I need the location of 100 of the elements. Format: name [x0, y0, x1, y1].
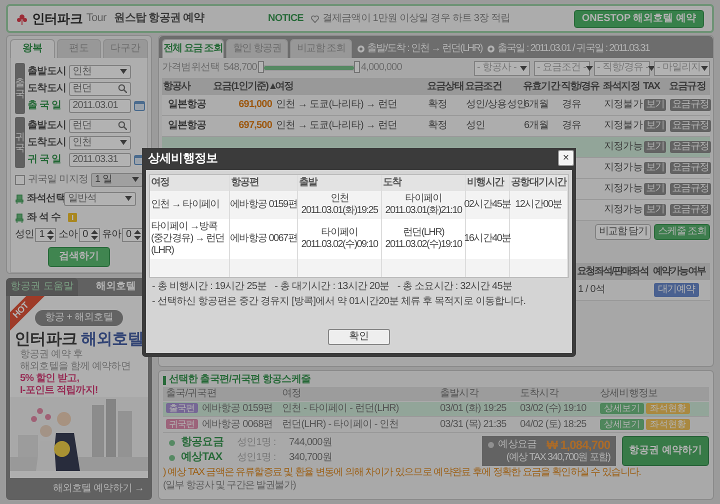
column-header: 직항/경유 — [560, 80, 600, 92]
table-cell-text: 03/31 (목) 21:35 — [439, 419, 508, 431]
column-header: 예약가능여부 — [652, 266, 707, 278]
input-field[interactable]: 런던 — [68, 118, 131, 132]
leg-label: 출국 — [15, 63, 25, 114]
action-button[interactable]: 비교함 담기 — [595, 224, 652, 240]
tax-view-button[interactable]: 보기 — [644, 120, 666, 132]
leg-label: 귀국 — [15, 117, 25, 168]
book-button[interactable]: 항공권 예약하기 — [622, 436, 709, 466]
table-cell-text: 경유 — [561, 120, 582, 132]
hotel-booking-link[interactable]: 해외호텔 예약하기 → — [6, 478, 152, 500]
page-title: 원스탑 항공권 예약 — [114, 12, 204, 26]
number-field[interactable]: 0 — [78, 228, 100, 242]
leg-tag: 귀국편 — [166, 419, 198, 429]
bullet-icon — [169, 440, 175, 446]
checkbox[interactable] — [15, 174, 25, 184]
tax-view-button[interactable]: 보기 — [644, 99, 666, 111]
table-row[interactable]: 일본항공 691,000 인천 → 도쿄(나리타) → 런던 확정 성인/상용성인6개월 경유 지정불가 보기 요금규정 — [162, 95, 710, 116]
table-row[interactable]: 일본항공 697,500 인천 → 도쿄(나리타) → 런던 확정 성인 6개월 경유 지정불가 보기 요금규정 — [162, 116, 710, 137]
caret-icon — [700, 66, 708, 70]
input-field[interactable]: 인천 — [68, 136, 131, 150]
detail-button[interactable]: 상세보기 — [600, 419, 644, 430]
price-min: 548,700 — [224, 62, 257, 74]
table-cell: 02시간45분 — [464, 199, 511, 211]
hotel-booking-button[interactable]: ONESTOP 해외호텔 예약 — [574, 10, 704, 28]
ok-button[interactable]: 확인 — [328, 329, 390, 345]
field-label: 출발도시 — [28, 120, 66, 132]
summary-text: - 총 소요시간 : 32시간 45분 — [397, 281, 512, 293]
price-amount: 744,000원 — [289, 436, 332, 449]
leg-tag: 출국편 — [166, 403, 198, 413]
spinner-arrows-icon[interactable] — [47, 229, 54, 241]
table-cell-text: 1 / 0석 — [577, 284, 606, 296]
table-cell-text: 확정 — [427, 99, 448, 111]
field-label: 성인 — [15, 229, 34, 241]
table-row[interactable]: 귀국편 에바항공 0068편 런던(LHR) - 타이페이 - 인천 03/31 (목) 21:35 04/02 (토) 18:25 상세보기 좌석현황 — [163, 418, 709, 433]
fare-rule-button[interactable]: 요금규정 — [670, 162, 711, 174]
number-field[interactable]: 1 — [35, 228, 56, 242]
fare-rule-button[interactable]: 요금규정 — [670, 120, 711, 132]
search-icon — [118, 84, 127, 93]
table-cell-text: 지정가능 — [603, 204, 642, 216]
number-field[interactable]: 0 — [122, 228, 143, 242]
table-cell-text: 인천 → 도쿄(나리타) → 런던 — [275, 99, 398, 111]
total-amount: ₩ 1,084,700 — [546, 438, 610, 452]
table-cell: 에바항공 0068편 — [202, 419, 273, 430]
tax-view-button[interactable]: 보기 — [644, 141, 666, 153]
spinner-arrows-icon[interactable] — [90, 229, 98, 241]
close-button[interactable]: × — [558, 150, 574, 166]
table-cell-text: 6개월 — [524, 99, 550, 111]
select-field[interactable]: - 항공사 - — [474, 60, 530, 76]
select-field[interactable]: - 마일리지 — [654, 60, 710, 76]
select-field[interactable]: 일반석 — [64, 192, 136, 206]
fare-rule-button[interactable]: 요금규정 — [670, 141, 711, 153]
input-field[interactable]: 런던 — [68, 82, 131, 96]
input-field[interactable]: 인천 — [68, 64, 131, 78]
seat-status-button[interactable]: 좌석현황 — [646, 419, 690, 430]
input-field[interactable]: 2011.03.01 — [68, 98, 131, 112]
action-button[interactable]: 스케줄 조회 — [654, 224, 710, 240]
fare-rule-button[interactable]: 요금규정 — [670, 99, 711, 111]
table-cell-text: 일본항공 — [166, 99, 208, 111]
total-note: (예상 TAX 340,700원 포함) — [505, 452, 610, 464]
spinner-arrows-icon[interactable] — [134, 229, 141, 241]
price-label: 항공요금 — [181, 436, 224, 450]
table-cell: 인천 — [330, 193, 349, 205]
table-cell-text: 지정가능 — [603, 162, 642, 174]
trip-type-tab[interactable]: 왕복 — [10, 39, 55, 58]
promo-pill: 항공 + 해외호텔 — [35, 310, 123, 326]
table-cell-text: 인천 → 도쿄(나리타) → 런던 — [275, 120, 398, 132]
table-cell-text: 확정 — [427, 120, 448, 132]
field-label: 소아 — [58, 229, 78, 241]
caret-icon — [132, 177, 139, 182]
heart-icon — [311, 14, 320, 22]
summary-text: - 총 대기시간 : 13시간 20분 — [274, 281, 390, 293]
slider-handle[interactable] — [354, 61, 360, 73]
select-field[interactable]: - 요금조건 - — [534, 60, 590, 76]
table-cell: 2011.03.02(수)19:10 — [385, 239, 462, 251]
fare-search-tab[interactable]: 전체 요금 조회 — [162, 39, 224, 58]
fare-rule-button[interactable]: 요금규정 — [670, 204, 711, 216]
radio-bullet-icon — [487, 44, 496, 52]
tax-view-button[interactable]: 보기 — [644, 162, 666, 174]
table-cell-text: 인천 - 타이페이 - 런던(LHR) — [281, 403, 400, 415]
table-cell: 16시간40분 — [464, 233, 511, 245]
waitlist-button[interactable]: 대기예약 — [654, 283, 699, 297]
promo-highlight: 5% 할인 받고, — [20, 373, 80, 385]
fare-rule-button[interactable]: 요금규정 — [670, 183, 711, 195]
promo-text: 해외호텔을 함께 예약하면 — [20, 361, 130, 373]
table-cell-text: 03/02 (수) 19:10 — [519, 403, 588, 415]
table-row[interactable]: 출국편 에바항공 0159편 인천 - 타이페이 - 런던(LHR) 03/01 (화) 19:25 03/02 (수) 19:10 상세보기 좌석현황 — [163, 402, 709, 417]
column-header: 좌석지정 — [602, 80, 640, 92]
slider-handle[interactable] — [258, 61, 264, 73]
search-button[interactable]: 검색하기 — [48, 247, 110, 267]
promo-tab[interactable]: 항공권 도움말 — [6, 278, 78, 296]
detail-button[interactable]: 상세보기 — [600, 403, 644, 414]
column-header: 출발시각 — [439, 388, 480, 400]
seat-status-button[interactable]: 좌석현황 — [646, 403, 690, 414]
table-cell-text: 04/02 (토) 18:25 — [519, 419, 588, 431]
search-summary: 출국일 : 2011.03.01 / 귀국일 : 2011.03.31 — [497, 42, 650, 54]
bullet-icon — [169, 454, 175, 461]
tax-view-button[interactable]: 보기 — [644, 204, 666, 216]
tax-view-button[interactable]: 보기 — [644, 183, 666, 195]
input-field[interactable]: 2011.03.31 — [68, 152, 131, 166]
